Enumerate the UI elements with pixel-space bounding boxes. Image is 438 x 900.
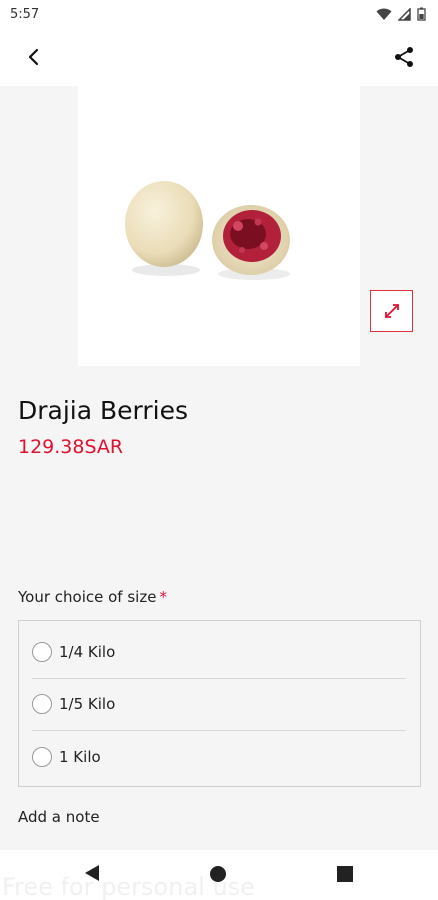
size-options: 1/4 Kilo 1/5 Kilo 1 Kilo	[18, 620, 421, 787]
product-image	[78, 86, 360, 366]
signal-icon	[398, 7, 411, 21]
app-bar	[0, 28, 438, 86]
product-name: Drajia Berries	[18, 396, 189, 425]
back-button[interactable]	[18, 41, 50, 73]
size-option-one-kilo[interactable]: 1 Kilo	[19, 731, 420, 783]
watermark: Free for personal use	[2, 873, 255, 900]
size-option-quarter-kilo[interactable]: 1/4 Kilo	[19, 626, 420, 678]
square-recent-icon[interactable]	[337, 866, 353, 882]
radio-button[interactable]	[32, 747, 52, 767]
product-price: 129.38SAR	[18, 436, 124, 458]
product-photo	[125, 181, 290, 280]
required-marker: *	[159, 588, 167, 606]
share-button[interactable]	[388, 41, 420, 73]
status-time: 5:57	[10, 6, 40, 22]
size-section-title: Your choice of size *	[18, 588, 167, 606]
add-note-label[interactable]: Add a note	[18, 808, 100, 826]
size-option-label: 1 Kilo	[59, 748, 101, 766]
share-icon	[395, 47, 413, 67]
wifi-icon	[376, 8, 392, 20]
battery-icon	[417, 7, 426, 21]
expand-button[interactable]	[370, 290, 413, 332]
radio-button[interactable]	[32, 642, 52, 662]
expand-icon	[384, 304, 399, 318]
size-title-text: Your choice of size	[18, 588, 157, 606]
status-bar: 5:57	[0, 0, 438, 28]
back-arrow-icon	[28, 48, 39, 66]
status-icons	[376, 7, 426, 21]
size-option-label: 1/4 Kilo	[59, 643, 116, 661]
size-option-fifth-kilo[interactable]: 1/5 Kilo	[19, 678, 420, 730]
radio-button[interactable]	[32, 694, 52, 714]
size-option-label: 1/5 Kilo	[59, 695, 116, 713]
